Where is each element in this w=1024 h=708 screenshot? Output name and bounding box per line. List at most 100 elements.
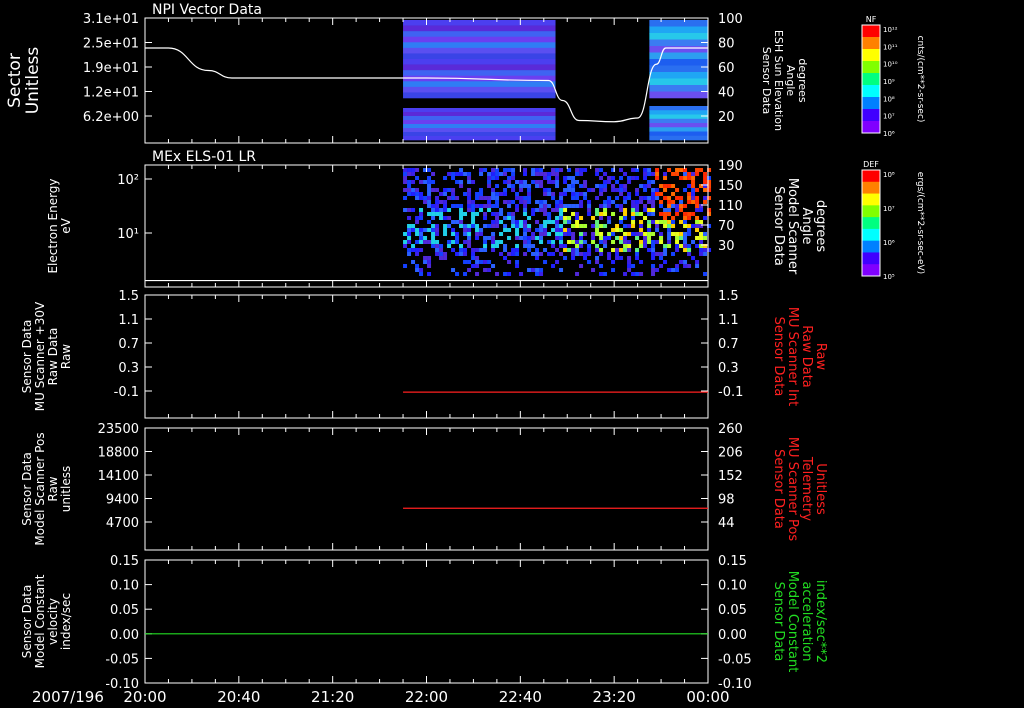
spectrogram-cell	[595, 232, 600, 236]
spectrogram-cell	[543, 208, 548, 212]
spectrogram-cell	[583, 256, 588, 260]
spectrogram-cell	[683, 264, 688, 268]
spectrogram-cell	[555, 180, 560, 184]
spectrogram-cell	[519, 196, 524, 200]
spectrogram-cell	[435, 244, 440, 248]
spectrogram-cell	[655, 188, 660, 192]
spectrogram-cell	[551, 192, 556, 196]
panel-frame	[144, 559, 709, 684]
spectrogram-cell	[703, 200, 708, 204]
spectrogram-cell	[627, 256, 632, 260]
spectrogram-cell	[647, 232, 652, 236]
spectrogram-cell	[611, 176, 616, 180]
chart-figure: 3.1e+01 2.5e+01 1.9e+01 1.2e+01 6.2e+00 100 80…	[5, 2, 925, 706]
spectrogram-cell	[467, 188, 472, 192]
spectrogram-cell	[451, 220, 456, 224]
spectrogram-cell	[667, 200, 672, 204]
spectrogram-cell	[479, 232, 484, 236]
spectrogram-cell	[595, 260, 600, 264]
heatmap-block-row	[649, 106, 708, 111]
spectrogram-cell	[431, 172, 436, 176]
spectrogram-cell	[463, 252, 468, 256]
spectrogram-cell	[443, 188, 448, 192]
y-tick-label-right: 44	[718, 516, 735, 531]
y-axis-label-left: Sensor Data	[20, 585, 34, 659]
spectrogram-cell	[575, 196, 580, 200]
spectrogram-cell	[587, 208, 592, 212]
heatmap-block-row	[403, 42, 556, 49]
spectrogram-cell	[687, 232, 692, 236]
heatmap-block-row	[403, 70, 556, 77]
spectrogram-cell	[635, 176, 640, 180]
y-tick-label-left: 1.5	[118, 289, 139, 304]
spectrogram-cell	[695, 208, 700, 212]
spectrogram-cell	[623, 196, 628, 200]
spectrogram-cell	[523, 168, 528, 172]
y-axis-label-left: Unitless	[23, 47, 43, 115]
spectrogram-cell	[683, 220, 688, 224]
spectrogram-cell	[567, 220, 572, 224]
colorbar-units: cnts/(cm**2-sr-sec)	[915, 36, 925, 123]
spectrogram-cell	[423, 200, 428, 204]
spectrogram-cell	[531, 172, 536, 176]
spectrogram-cell	[703, 176, 708, 180]
spectrogram-cell	[475, 204, 480, 208]
spectrogram-cell	[687, 228, 692, 232]
spectrogram-cell	[479, 168, 484, 172]
spectrogram-cell	[535, 236, 540, 240]
spectrogram-cell	[659, 220, 664, 224]
spectrogram-cell	[431, 216, 436, 220]
spectrogram-cell	[555, 208, 560, 212]
spectrogram-cell	[667, 168, 672, 172]
spectrogram-cell	[575, 180, 580, 184]
spectrogram-cell	[639, 212, 644, 216]
spectrogram-cell	[623, 272, 628, 276]
colorbar-tick: 10⁹	[883, 78, 895, 86]
y-tick-label-left: 10²	[117, 173, 139, 188]
spectrogram-cell	[603, 224, 608, 228]
spectrogram-cell	[663, 172, 668, 176]
spectrogram-cell	[451, 248, 456, 252]
spectrogram-cell	[467, 224, 472, 228]
spectrogram-cell	[703, 236, 708, 240]
spectrogram-cell	[603, 184, 608, 188]
spectrogram-cell	[651, 264, 656, 268]
heatmap-block-row	[403, 92, 556, 99]
spectrogram-cell	[575, 216, 580, 220]
spectrogram-cell	[403, 188, 408, 192]
y-axis-label-right: Sensor Data	[771, 449, 786, 529]
spectrogram-cell	[431, 228, 436, 232]
spectrogram-cell	[651, 192, 656, 196]
spectrogram-cell	[631, 220, 636, 224]
spectrogram-cell	[683, 240, 688, 244]
spectrogram-cell	[499, 220, 504, 224]
spectrogram-cell	[667, 220, 672, 224]
spectrogram-cell	[591, 188, 596, 192]
spectrogram-cell	[531, 268, 536, 272]
spectrogram-cell	[615, 188, 620, 192]
colorbar-segment	[862, 228, 880, 242]
spectrogram-cell	[471, 180, 476, 184]
spectrogram-cell	[431, 204, 436, 208]
y-axis-label-left: Sensor Data	[20, 320, 34, 394]
spectrogram-cell	[599, 184, 604, 188]
spectrogram-cell	[599, 264, 604, 268]
spectrogram-cell	[595, 208, 600, 212]
spectrogram-cell	[539, 232, 544, 236]
spectrogram-cell	[503, 248, 508, 252]
spectrogram-cell	[431, 208, 436, 212]
spectrogram-cell	[619, 188, 624, 192]
spectrogram-cell	[407, 188, 412, 192]
spectrogram-cell	[675, 204, 680, 208]
spectrogram-cell	[415, 196, 420, 200]
spectrogram-cell	[411, 188, 416, 192]
y-tick-label-left: 14100	[98, 469, 139, 484]
spectrogram-cell	[579, 232, 584, 236]
spectrogram-cell	[683, 236, 688, 240]
spectrogram-cell	[503, 272, 508, 276]
spectrogram-cell	[559, 168, 564, 172]
y-axis-label-right: Raw	[813, 343, 828, 371]
spectrogram-cell	[495, 200, 500, 204]
spectrogram-cell	[411, 172, 416, 176]
spectrogram-cell	[495, 172, 500, 176]
